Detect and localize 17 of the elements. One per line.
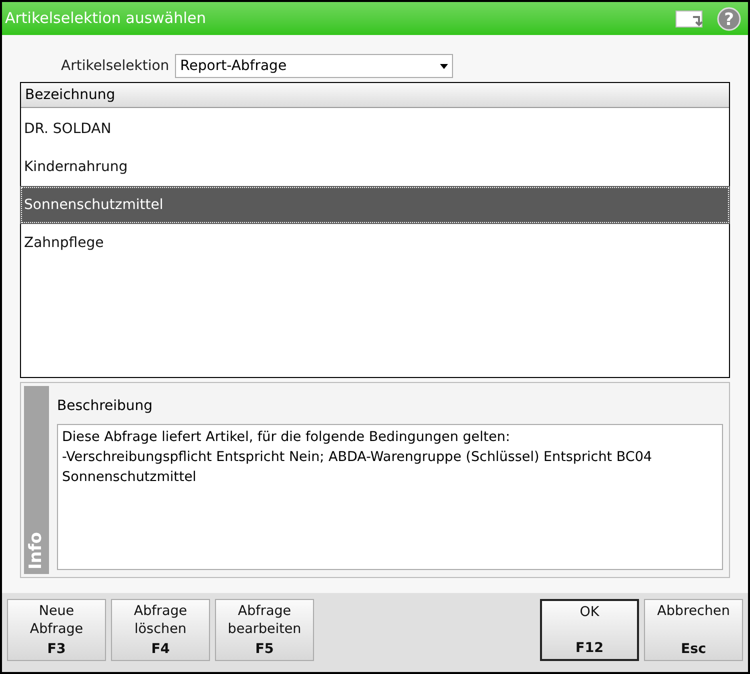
list-row[interactable]: Zahnpflege [21,225,729,261]
list-row[interactable]: Kindernahrung [21,149,729,185]
selection-dropdown[interactable]: Report-Abfrage [175,54,454,78]
action-button[interactable]: Abbrechen Esc [644,599,743,661]
action-button[interactable]: Neue Abfrage F3 [7,599,106,661]
description-heading: Beschreibung [57,397,154,416]
list-row[interactable]: DR. SOLDAN [21,111,729,147]
column-header[interactable]: Bezeichnung [25,84,116,106]
dropdown-caret-icon [440,64,448,68]
description-box: Diese Abfrage liefert Artikel, für die folgende Bedingungen gelten: -Verschreibungspflicht Entspricht Nein; ABDA-Warengruppe (Schlüssel) Entspricht BC04 Sonnenschutzmittel [57,424,723,570]
action-button[interactable]: Abfrage löschen F4 [111,599,210,661]
field-label: Artikelselektion [61,56,170,76]
action-button[interactable]: Abfrage bearbeiten F5 [215,599,314,661]
action-button[interactable]: OK F12 [540,599,639,661]
window-switch-icon[interactable] [675,8,705,28]
list-row[interactable]: Sonnenschutzmittel [21,187,729,223]
window-title: Artikelselektion auswählen [5,8,206,30]
